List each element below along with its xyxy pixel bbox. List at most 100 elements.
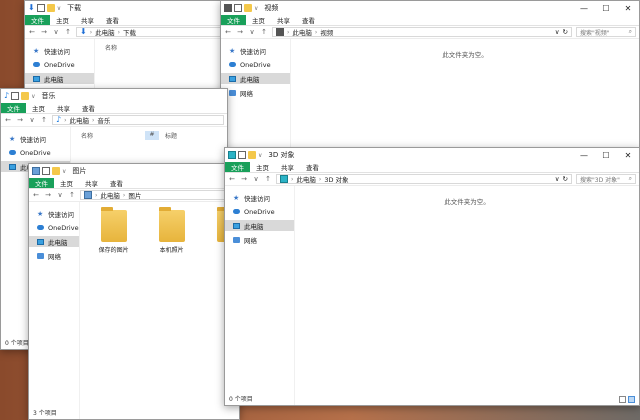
address-dropdown-icon[interactable]: ∨ <box>555 175 560 183</box>
back-icon[interactable]: ← <box>224 28 232 36</box>
nav-onedrive[interactable]: OneDrive <box>225 206 294 217</box>
file-list[interactable]: 此文件夹为空。 <box>295 186 639 405</box>
quick-access-dropdown-icon[interactable]: ∨ <box>258 152 262 159</box>
nav-quick-access[interactable]: ★ 快速访问 <box>29 208 79 219</box>
address-bar[interactable]: ♪ › 此电脑 › 音乐 <box>52 115 224 125</box>
breadcrumb-pictures[interactable]: 图片 <box>128 191 141 199</box>
quick-access-dropdown-icon[interactable]: ∨ <box>57 5 61 12</box>
quick-access-dropdown-icon[interactable]: ∨ <box>31 93 35 100</box>
address-bar[interactable]: › 此电脑 › 3D 对象 ∨ ↻ <box>276 174 572 184</box>
nav-onedrive[interactable]: OneDrive <box>29 222 79 233</box>
tab-share[interactable]: 共享 <box>75 15 100 25</box>
title-bar[interactable]: ♪ ∨ 音乐 <box>1 89 227 103</box>
nav-this-pc[interactable]: 此电脑 <box>225 220 294 231</box>
address-bar[interactable]: › 此电脑 › 视频 ∨ ↻ <box>272 27 572 37</box>
tab-file[interactable]: 文件 <box>29 178 54 188</box>
column-name[interactable]: 名称 <box>81 131 145 140</box>
up-icon[interactable]: ↑ <box>260 28 268 36</box>
refresh-icon[interactable]: ↻ <box>563 175 568 183</box>
tab-file[interactable]: 文件 <box>221 15 246 25</box>
tab-share[interactable]: 共享 <box>275 162 300 172</box>
search-box[interactable]: 搜索"3D 对象" ⌕ <box>576 174 636 184</box>
up-icon[interactable]: ↑ <box>40 116 48 124</box>
tab-file[interactable]: 文件 <box>25 15 50 25</box>
tab-home[interactable]: 主页 <box>50 15 75 25</box>
tab-view[interactable]: 查看 <box>76 103 101 113</box>
breadcrumb-this-pc[interactable]: 此电脑 <box>95 28 115 36</box>
breadcrumb-videos[interactable]: 视频 <box>320 28 333 36</box>
breadcrumb-this-pc[interactable]: 此电脑 <box>70 116 90 124</box>
tab-share[interactable]: 共享 <box>51 103 76 113</box>
nav-onedrive[interactable]: OneDrive <box>221 59 290 70</box>
close-icon[interactable]: ✕ <box>617 1 639 15</box>
tab-view[interactable]: 查看 <box>104 178 129 188</box>
tab-home[interactable]: 主页 <box>246 15 271 25</box>
tab-view[interactable]: 查看 <box>296 15 321 25</box>
forward-icon[interactable]: → <box>16 116 24 124</box>
folder-item[interactable]: 保存的图片 <box>94 207 134 254</box>
properties-icon[interactable] <box>238 151 246 159</box>
new-folder-icon[interactable] <box>248 151 256 159</box>
forward-icon[interactable]: → <box>44 191 52 199</box>
properties-icon[interactable] <box>234 4 242 12</box>
nav-network[interactable]: 网络 <box>29 250 79 261</box>
column-title[interactable]: 标题 <box>165 131 177 140</box>
maximize-icon[interactable]: ☐ <box>595 148 617 162</box>
nav-onedrive[interactable]: OneDrive <box>25 59 94 70</box>
title-bar[interactable]: ∨ 图片 <box>29 164 239 178</box>
recent-dropdown-icon[interactable]: ∨ <box>56 191 64 199</box>
details-view-icon[interactable] <box>619 396 626 403</box>
address-bar[interactable]: › 此电脑 › 图片 <box>80 190 236 200</box>
tab-home[interactable]: 主页 <box>26 103 51 113</box>
back-icon[interactable]: ← <box>4 116 12 124</box>
up-icon[interactable]: ↑ <box>264 175 272 183</box>
back-icon[interactable]: ← <box>228 175 236 183</box>
breadcrumb-this-pc[interactable]: 此电脑 <box>296 175 316 183</box>
file-list[interactable]: 此文件夹为空。 <box>291 39 639 149</box>
nav-this-pc[interactable]: 此电脑 <box>29 236 79 247</box>
quick-access-dropdown-icon[interactable]: ∨ <box>62 168 66 175</box>
column-number[interactable]: # <box>145 131 159 140</box>
new-folder-icon[interactable] <box>244 4 252 12</box>
nav-this-pc[interactable]: 此电脑 <box>221 73 290 84</box>
tab-share[interactable]: 共享 <box>271 15 296 25</box>
search-box[interactable]: 搜索"视频" ⌕ <box>576 27 636 37</box>
properties-icon[interactable] <box>11 92 20 100</box>
breadcrumb-3d-objects[interactable]: 3D 对象 <box>324 175 348 183</box>
up-icon[interactable]: ↑ <box>64 28 72 36</box>
back-icon[interactable]: ← <box>28 28 36 36</box>
breadcrumb-downloads[interactable]: 下载 <box>123 28 136 36</box>
quick-access-dropdown-icon[interactable]: ∨ <box>254 5 258 12</box>
nav-quick-access[interactable]: ★ 快速访问 <box>25 45 94 56</box>
nav-onedrive[interactable]: OneDrive <box>1 147 70 158</box>
new-folder-icon[interactable] <box>46 4 55 12</box>
nav-network[interactable]: 网络 <box>225 234 294 245</box>
forward-icon[interactable]: → <box>236 28 244 36</box>
minimize-icon[interactable]: — <box>573 1 595 15</box>
file-list[interactable]: 保存的图片 本机照片 屏 <box>80 202 239 419</box>
breadcrumb-this-pc[interactable]: 此电脑 <box>292 28 312 36</box>
close-icon[interactable]: ✕ <box>617 148 639 162</box>
maximize-icon[interactable]: ☐ <box>595 1 617 15</box>
large-icons-view-icon[interactable] <box>628 396 635 403</box>
breadcrumb-music[interactable]: 音乐 <box>97 116 110 124</box>
title-bar[interactable]: ∨ 3D 对象 — ☐ ✕ <box>225 148 639 162</box>
tab-file[interactable]: 文件 <box>1 103 26 113</box>
address-dropdown-icon[interactable]: ∨ <box>555 28 560 36</box>
nav-quick-access[interactable]: ★ 快速访问 <box>1 133 70 144</box>
forward-icon[interactable]: → <box>40 28 48 36</box>
nav-quick-access[interactable]: ★ 快速访问 <box>221 45 290 56</box>
refresh-icon[interactable]: ↻ <box>563 28 568 36</box>
tab-share[interactable]: 共享 <box>79 178 104 188</box>
back-icon[interactable]: ← <box>32 191 40 199</box>
recent-dropdown-icon[interactable]: ∨ <box>248 28 256 36</box>
recent-dropdown-icon[interactable]: ∨ <box>28 116 36 124</box>
properties-icon[interactable] <box>36 4 45 12</box>
new-folder-icon[interactable] <box>52 167 60 175</box>
tab-home[interactable]: 主页 <box>250 162 275 172</box>
minimize-icon[interactable]: — <box>573 148 595 162</box>
recent-dropdown-icon[interactable]: ∨ <box>52 28 60 36</box>
new-folder-icon[interactable] <box>21 92 30 100</box>
title-bar[interactable]: ∨ 视频 — ☐ ✕ <box>221 1 639 15</box>
forward-icon[interactable]: → <box>240 175 248 183</box>
